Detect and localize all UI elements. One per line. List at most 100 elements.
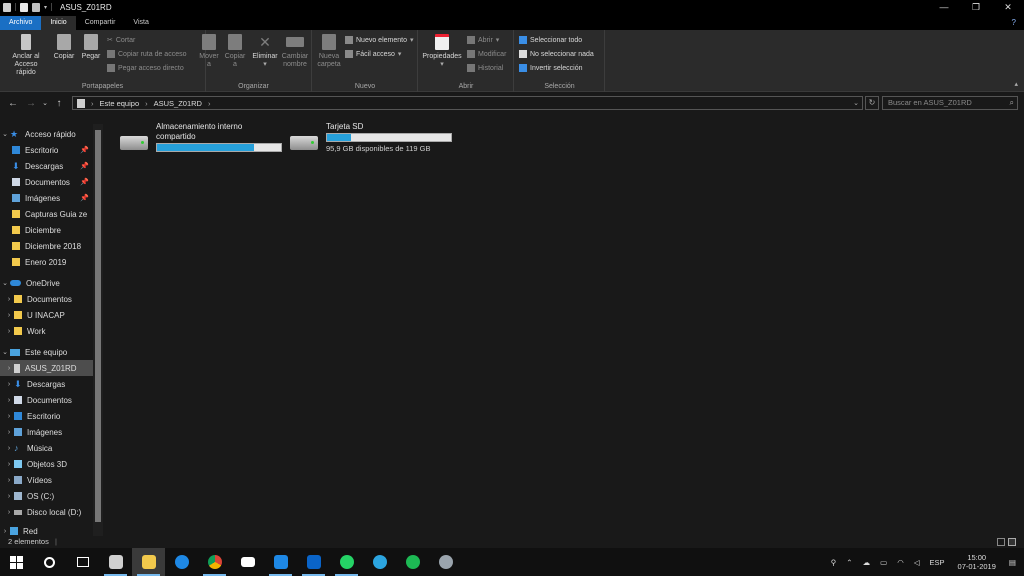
clock[interactable]: 15:00 07-01-2019 <box>958 553 996 571</box>
drive-sd-card[interactable]: Tarjeta SD 95,9 GB disponibles de 119 GB <box>290 122 452 153</box>
nav-item-imagenes[interactable]: Imágenes 📌 <box>0 190 93 206</box>
cut-button[interactable]: ✂ Cortar <box>107 36 135 45</box>
nav-item-pc-descargas[interactable]: › ⬇ Descargas <box>0 376 93 392</box>
battery-icon[interactable]: ▭ <box>880 558 887 567</box>
onedrive-cloud-icon[interactable]: ☁ <box>863 558 871 567</box>
taskbar-app-telegram[interactable] <box>363 548 396 576</box>
nav-onedrive[interactable]: ⌄ OneDrive <box>0 275 93 291</box>
address-bar[interactable]: › Este equipo › ASUS_Z01RD › ⌄ <box>72 96 863 110</box>
pin-quick-access-button[interactable]: Anclar al Acceso rápido <box>4 34 48 77</box>
forward-button[interactable]: → <box>22 98 40 109</box>
nav-item-pc-videos[interactable]: › Vídeos <box>0 472 93 488</box>
select-none-button[interactable]: No seleccionar nada <box>519 50 594 58</box>
recent-locations-icon[interactable]: ⌄ <box>40 99 50 107</box>
history-button[interactable]: Historial <box>467 64 503 72</box>
breadcrumb-asus[interactable]: ASUS_Z01RD <box>154 99 202 108</box>
paste-shortcut-button[interactable]: Pegar acceso directo <box>107 64 184 72</box>
nav-item-pc-imagenes[interactable]: › Imágenes <box>0 424 93 440</box>
taskbar-app-file-explorer[interactable] <box>132 548 165 576</box>
taskbar-app-paint[interactable] <box>429 548 462 576</box>
chevron-right-icon[interactable]: › <box>208 99 211 108</box>
nav-item-capturas[interactable]: Capturas Guia ze <box>0 206 93 222</box>
invert-selection-button[interactable]: Invertir selección <box>519 64 583 72</box>
minimize-button[interactable]: — <box>928 0 960 14</box>
start-button[interactable] <box>0 548 33 576</box>
tab-compartir[interactable]: Compartir <box>76 16 125 30</box>
select-all-button[interactable]: Seleccionar todo <box>519 36 582 44</box>
chevron-down-icon[interactable]: ⌄ <box>0 130 10 138</box>
drive-internal-storage[interactable]: Almacenamiento interno compartido <box>120 122 282 152</box>
nav-item-pc-disco-d[interactable]: › Disco local (D:) <box>0 504 93 520</box>
chevron-right-icon[interactable]: › <box>0 528 10 535</box>
nav-item-pc-documentos[interactable]: › Documentos <box>0 392 93 408</box>
chevron-right-icon[interactable]: › <box>4 312 14 319</box>
nav-item-descargas[interactable]: ⬇ Descargas 📌 <box>0 158 93 174</box>
taskbar-app-outlook[interactable] <box>297 548 330 576</box>
nav-item-onedrive-documentos[interactable]: › Documentos <box>0 291 93 307</box>
nav-item-escritorio[interactable]: Escritorio 📌 <box>0 142 93 158</box>
collapse-ribbon-icon[interactable]: ▴ <box>1014 80 1018 88</box>
chevron-down-icon[interactable]: ⌄ <box>853 99 859 107</box>
nav-item-work[interactable]: › Work <box>0 323 93 339</box>
taskbar-app-chrome[interactable] <box>198 548 231 576</box>
task-view-button[interactable] <box>66 548 99 576</box>
maximize-button[interactable]: ❐ <box>960 0 992 14</box>
chevron-right-icon[interactable]: › <box>4 477 14 484</box>
input-language[interactable]: ESP <box>930 558 945 567</box>
chevron-right-icon[interactable]: › <box>4 493 14 500</box>
large-icons-view-icon[interactable] <box>1008 538 1016 546</box>
open-button[interactable]: Abrir ▾ <box>467 36 499 44</box>
rename-button[interactable]: Cambiar nombre <box>280 34 310 69</box>
chevron-right-icon[interactable]: › <box>91 99 94 108</box>
chevron-down-icon[interactable]: ⌄ <box>0 279 10 287</box>
scroll-thumb[interactable] <box>95 130 101 522</box>
new-item-button[interactable]: Nuevo elemento ▾ <box>345 36 414 44</box>
chevron-right-icon[interactable]: › <box>4 381 14 388</box>
move-to-button[interactable]: Mover a <box>198 34 220 69</box>
properties-icon[interactable] <box>20 2 28 12</box>
chevron-right-icon[interactable]: › <box>145 99 148 108</box>
taskbar-app-mail[interactable] <box>231 548 264 576</box>
chevron-right-icon[interactable]: › <box>4 365 14 372</box>
nav-item-diciembre[interactable]: Diciembre <box>0 222 93 238</box>
properties-button[interactable]: Propiedades ▾ <box>421 34 463 69</box>
customize-dropdown-icon[interactable]: ▾ <box>44 4 47 11</box>
tab-inicio[interactable]: Inicio <box>41 16 76 30</box>
nav-item-pc-musica[interactable]: › ♪ Música <box>0 440 93 456</box>
nav-quick-access[interactable]: ⌄ ★ Acceso rápido <box>0 126 93 142</box>
breadcrumb-este-equipo[interactable]: Este equipo <box>100 99 140 108</box>
new-folder-button[interactable]: Nueva carpeta <box>316 34 342 69</box>
taskbar-app-edge[interactable] <box>165 548 198 576</box>
nav-item-u-inacap[interactable]: › U INACAP <box>0 307 93 323</box>
easy-access-button[interactable]: Fácil acceso ▾ <box>345 50 401 58</box>
chevron-right-icon[interactable]: › <box>4 296 14 303</box>
copy-button[interactable]: Copiar <box>52 34 76 61</box>
nav-item-pc-escritorio[interactable]: › Escritorio <box>0 408 93 424</box>
nav-network[interactable]: › Red <box>0 526 93 536</box>
chevron-right-icon[interactable]: › <box>4 461 14 468</box>
taskbar-app-explorer-phone[interactable] <box>99 548 132 576</box>
nav-item-asus[interactable]: › ASUS_Z01RD <box>0 360 93 376</box>
search-input[interactable]: Buscar en ASUS_Z01RD ⌕ <box>882 96 1018 110</box>
wifi-icon[interactable]: ◠ <box>897 558 904 567</box>
taskbar-app-spotify[interactable] <box>396 548 429 576</box>
tab-vista[interactable]: Vista <box>124 16 157 30</box>
close-button[interactable]: ✕ <box>992 0 1024 14</box>
chevron-right-icon[interactable]: › <box>4 445 14 452</box>
chevron-right-icon[interactable]: › <box>4 413 14 420</box>
chevron-right-icon[interactable]: › <box>4 429 14 436</box>
tab-archivo[interactable]: Archivo <box>0 16 42 30</box>
back-button[interactable]: ← <box>4 98 22 109</box>
help-icon[interactable]: ? <box>1012 16 1016 30</box>
refresh-button[interactable]: ↻ <box>865 96 879 110</box>
taskbar-app-onedrive-blue[interactable] <box>264 548 297 576</box>
nav-item-diciembre-2018[interactable]: Diciembre 2018 <box>0 238 93 254</box>
cortana-button[interactable] <box>33 548 66 576</box>
copy-path-button[interactable]: Copiar ruta de acceso <box>107 50 186 58</box>
edit-button[interactable]: Modificar <box>467 50 506 58</box>
chevron-up-icon[interactable]: ⌃ <box>846 558 852 567</box>
new-folder-icon[interactable] <box>32 2 40 12</box>
chevron-down-icon[interactable]: ⌄ <box>0 348 10 356</box>
chevron-right-icon[interactable]: › <box>4 328 14 335</box>
delete-button[interactable]: ✕ Eliminar ▾ <box>252 34 278 69</box>
